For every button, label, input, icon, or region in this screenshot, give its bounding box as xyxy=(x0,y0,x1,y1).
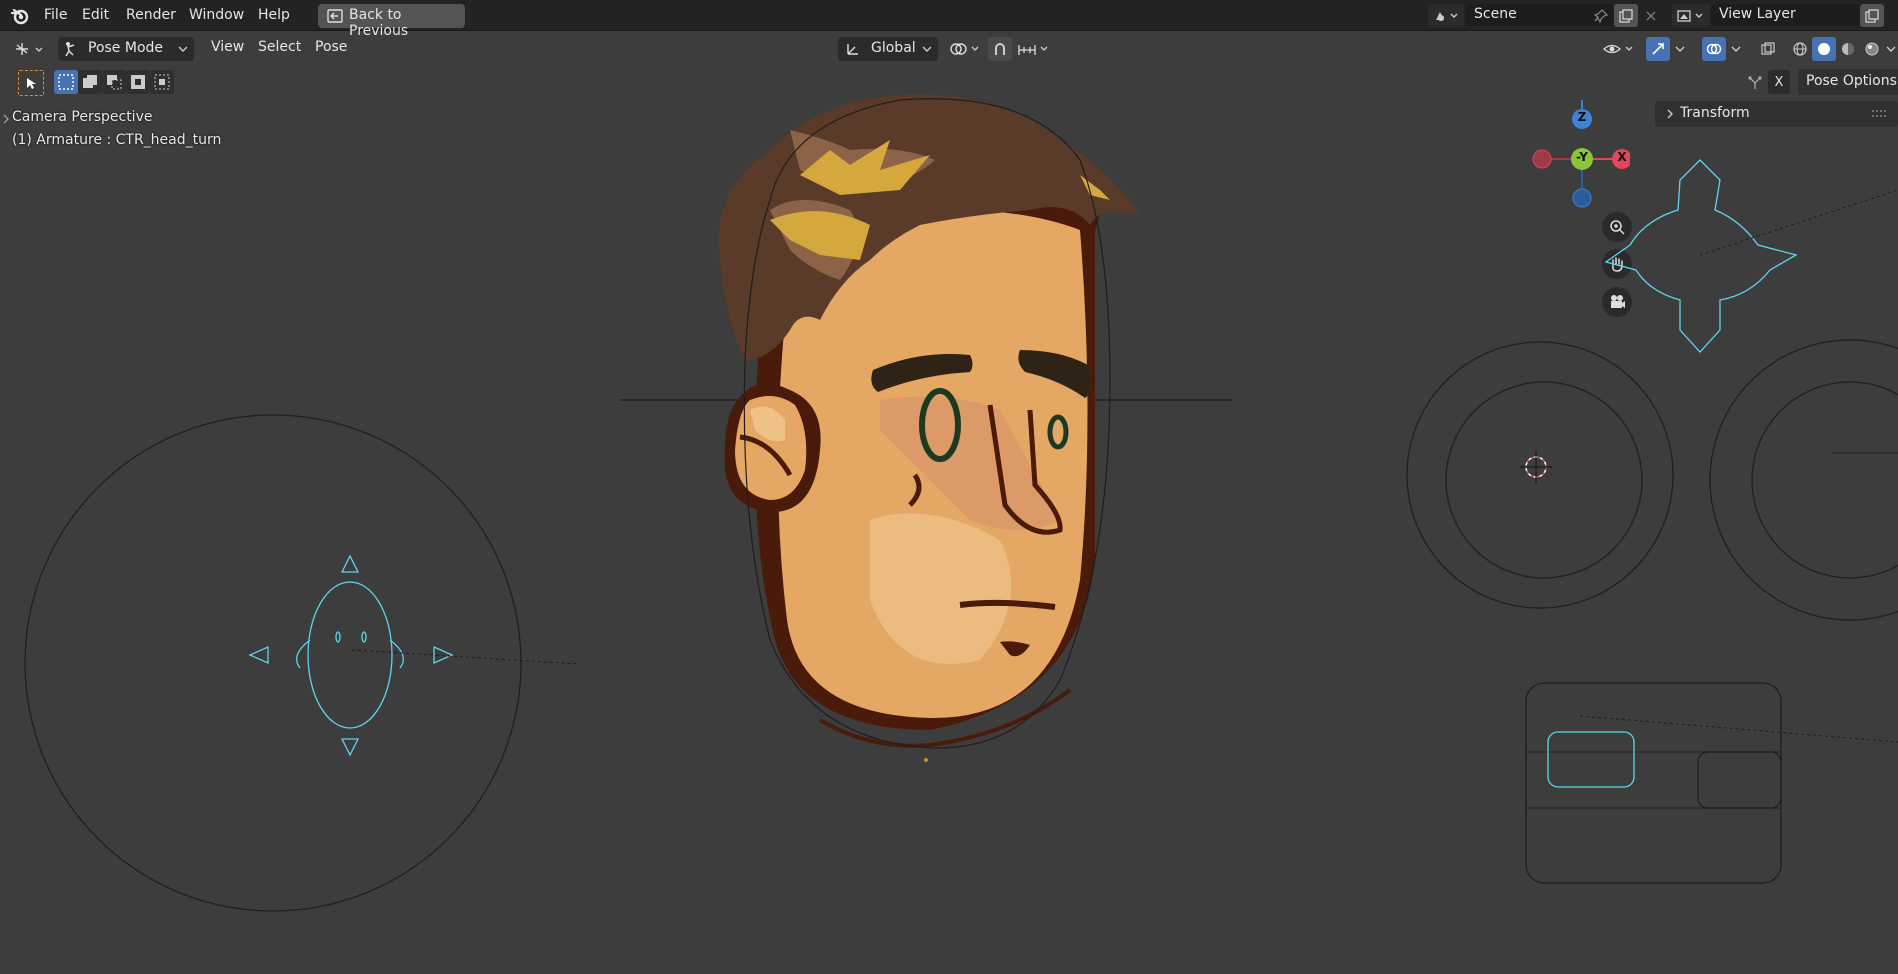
overlays-icon[interactable] xyxy=(1702,37,1726,61)
menu-window[interactable]: Window xyxy=(185,5,248,26)
menu-view[interactable]: View xyxy=(211,39,244,55)
rendered-shading-icon[interactable] xyxy=(1860,37,1884,61)
pin-icon[interactable] xyxy=(1590,5,1612,27)
wireframe-shading-icon[interactable] xyxy=(1788,37,1812,61)
head-turn-bone-widget xyxy=(248,554,454,757)
pivot-point-icon[interactable] xyxy=(946,37,984,61)
eye-target-bone-widget xyxy=(1604,159,1798,353)
menu-pose[interactable]: Pose xyxy=(315,39,347,55)
chevron-down-icon xyxy=(178,44,188,54)
chevron-down-icon xyxy=(922,44,932,54)
scene-name: Scene xyxy=(1474,6,1517,22)
editor-type-icon[interactable] xyxy=(10,37,50,61)
menu-select[interactable]: Select xyxy=(258,39,301,55)
view-layer-name: View Layer xyxy=(1719,6,1796,22)
head-turn-control-circle xyxy=(24,414,522,912)
menu-edit[interactable]: Edit xyxy=(78,5,113,26)
xray-icon[interactable] xyxy=(1756,37,1780,61)
chevron-down-icon[interactable] xyxy=(1728,37,1744,61)
back-to-previous-button[interactable]: Back to Previous xyxy=(318,4,465,39)
viewport-scene xyxy=(24,94,1898,912)
new-scene-icon[interactable] xyxy=(1614,4,1638,27)
snap-target-icon[interactable] xyxy=(1014,37,1054,61)
solid-shading-icon[interactable] xyxy=(1812,37,1836,61)
mode-dropdown[interactable]: Pose Mode xyxy=(58,37,194,61)
menu-render[interactable]: Render xyxy=(122,5,180,26)
menu-file[interactable]: File xyxy=(40,5,71,26)
delete-scene-icon[interactable] xyxy=(1640,4,1662,27)
orientation-icon xyxy=(844,40,862,58)
snap-icon[interactable] xyxy=(988,37,1012,61)
visibility-icon[interactable] xyxy=(1600,37,1638,61)
origin-dot xyxy=(924,758,928,762)
chevron-down-icon[interactable] xyxy=(1672,37,1688,61)
transform-orientation-dropdown[interactable]: Global xyxy=(838,37,938,61)
scene-selector-icon[interactable] xyxy=(1428,4,1464,27)
view-layer-field[interactable]: View Layer xyxy=(1711,4,1871,26)
material-shading-icon[interactable] xyxy=(1836,37,1860,61)
character-head xyxy=(718,94,1140,748)
pose-mode-icon xyxy=(62,40,80,58)
gizmo-toggle-icon[interactable] xyxy=(1646,37,1670,61)
back-arrow-icon xyxy=(325,7,345,25)
mouth-control-widget xyxy=(1547,731,1635,788)
menu-help[interactable]: Help xyxy=(254,5,294,26)
view-layer-selector-icon[interactable] xyxy=(1672,4,1710,27)
chevron-down-icon[interactable] xyxy=(1884,37,1898,61)
top-bar: File Edit Render Window Help Back to Pre… xyxy=(0,0,1898,39)
new-view-layer-icon[interactable] xyxy=(1860,4,1884,27)
viewport-header: Pose Mode View Select Pose Global xyxy=(0,31,1898,67)
blender-logo-icon[interactable] xyxy=(8,5,32,27)
3d-cursor xyxy=(1520,451,1552,483)
orientation-label: Global xyxy=(871,40,916,56)
mode-label: Pose Mode xyxy=(88,40,164,56)
